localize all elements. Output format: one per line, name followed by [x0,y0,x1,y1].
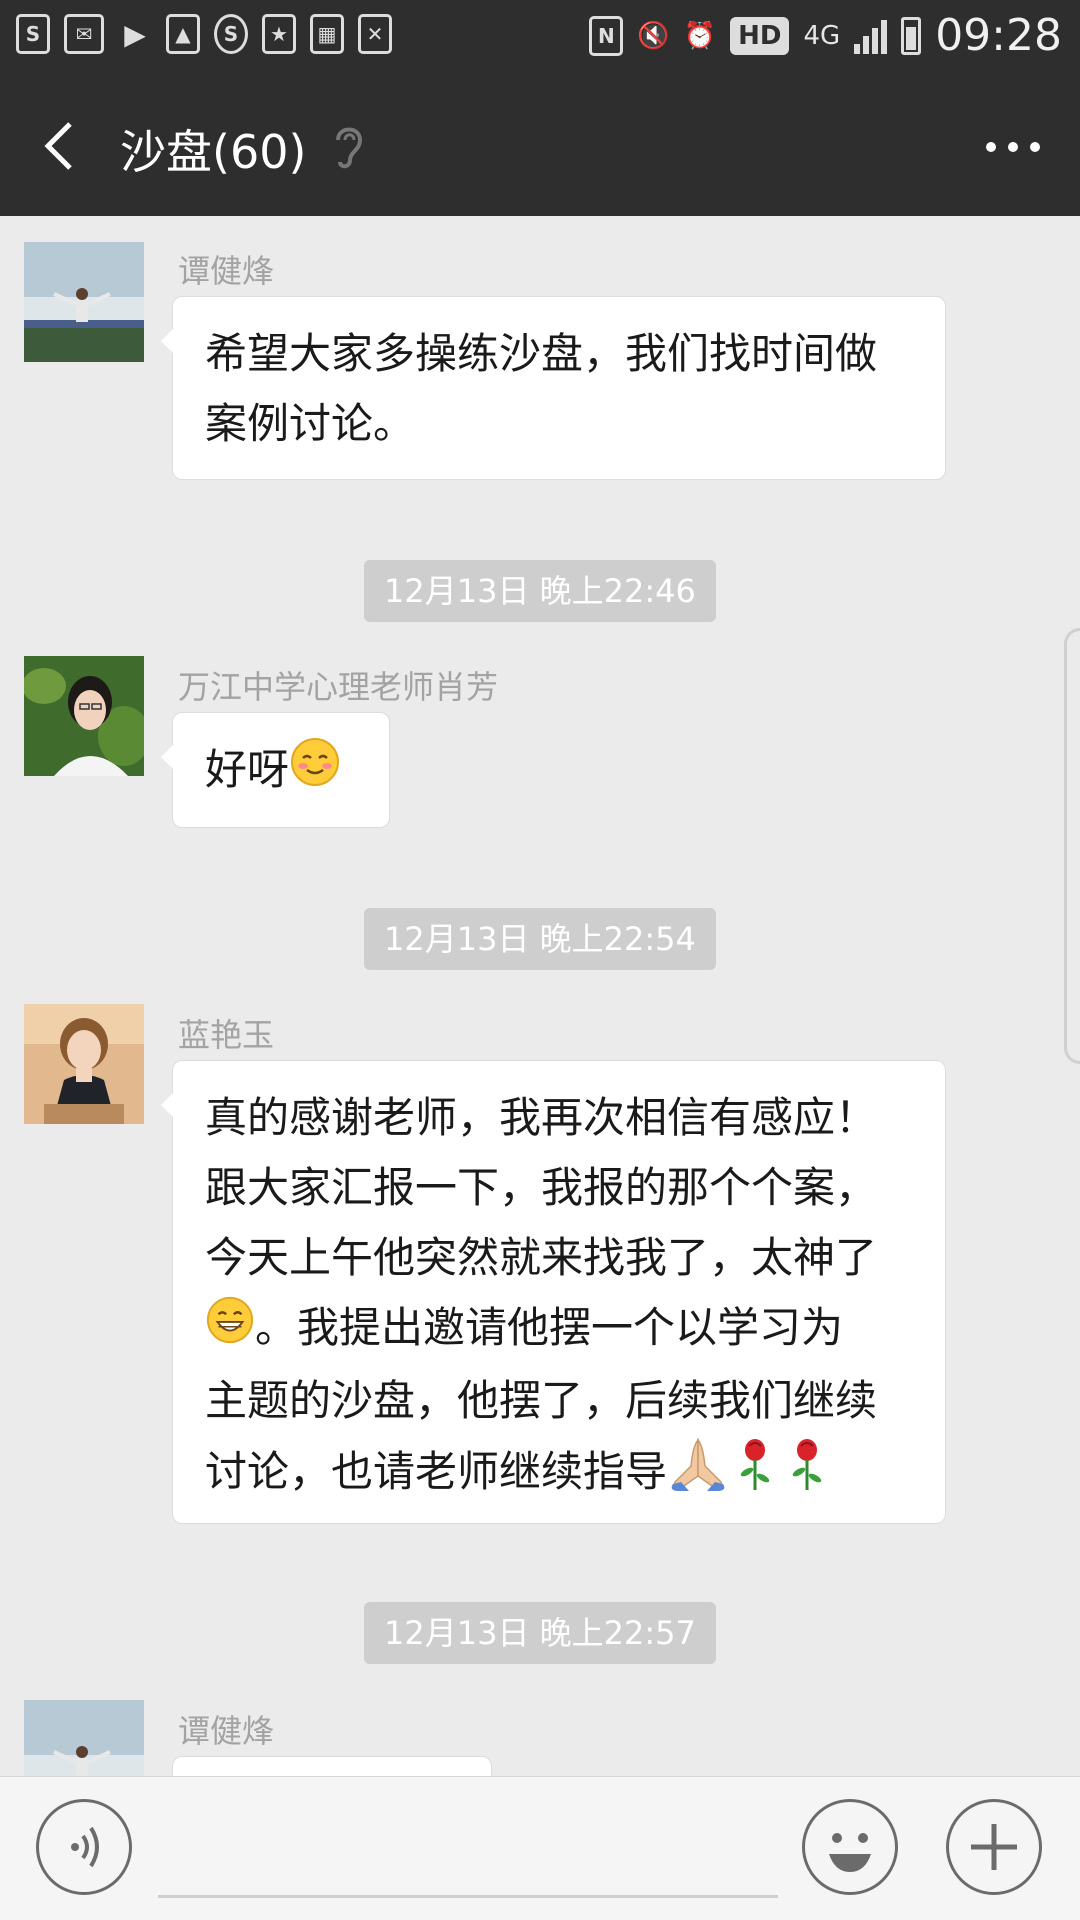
voice-icon[interactable] [36,1799,132,1895]
image-icon: ▲ [166,14,200,54]
sender-name: 蓝艳玉 [178,1016,275,1054]
network-label: 4G [803,20,841,51]
message-line: 真的感谢老师，我再次相信有感应！ [205,1093,878,1142]
message-input[interactable] [158,1895,778,1898]
notification-icons: S ✉ ▶ ▲ S ★ ▦ ✕ [16,14,392,54]
timestamp: 12月13日 晚上22:46 [364,560,716,622]
rose-emoji-icon [729,1436,781,1513]
message-line: 案例讨论。 [205,399,416,448]
chevron-left-icon[interactable] [38,118,82,174]
calendar-icon: ★ [262,14,296,54]
smiley-icon[interactable] [802,1799,898,1895]
avatar[interactable] [24,1700,144,1776]
avatar[interactable] [24,1004,144,1124]
sender-name: 万江中学心理老师肖芳 [178,668,499,706]
avatar[interactable] [24,656,144,776]
message-bubble[interactable]: 真的感谢老师，我再次相信有感应！ 跟大家汇报一下，我报的那个个案， 今天上午他突… [161,1060,946,1524]
signal-icon [854,18,888,54]
message-line: 讨论，也请老师继续指导 [205,1447,668,1496]
message-line: 今天上午他突然就来找我了，太神了 [205,1233,878,1282]
ear-icon [328,120,368,172]
timestamp: 12月13日 晚上22:54 [364,908,716,970]
message-line-with-emoji: 。我提出邀请他摆一个以学习为 [205,1293,913,1366]
input-bar [0,1776,1080,1920]
message-text: 好呀 [205,745,290,794]
timestamp: 12月13日 晚上22:57 [364,1602,716,1664]
message-line: 主题的沙盘，他摆了，后续我们继续 [205,1376,878,1425]
system-icons: N 🔇 ⏰ HD 4G 09:28 [589,10,1062,61]
avatar[interactable] [24,242,144,362]
chat-title: 沙盘(60) [120,125,307,179]
s-icon: S [16,14,50,54]
grid-icon: ▦ [310,14,344,54]
status-bar: S ✉ ▶ ▲ S ★ ▦ ✕ N 🔇 ⏰ HD 4G 09:28 [0,0,1080,76]
sender-name: 谭健烽 [178,1712,275,1750]
alarm-icon: ⏰ [683,20,717,51]
message-bubble[interactable] [172,1756,492,1776]
message-line: 。我提出邀请他摆一个以学习为 [255,1303,844,1352]
grin-emoji-icon [205,1295,255,1366]
rose-emoji-icon [781,1436,833,1513]
message-bubble[interactable]: 希望大家多操练沙盘，我们找时间做 案例讨论。 [161,296,946,480]
pray-emoji-icon [667,1436,729,1513]
mail-s-icon: ✉ [64,14,104,54]
battery-icon [901,16,922,55]
email-icon: ✕ [358,14,392,54]
nfc-icon: N [589,15,624,56]
blush-emoji-icon [289,736,341,809]
message-line: 希望大家多操练沙盘，我们找时间做 [205,329,878,378]
message-line: 跟大家汇报一下，我报的那个个案， [205,1163,878,1212]
more-icon[interactable] [986,132,1040,162]
plus-icon[interactable] [946,1799,1042,1895]
play-icon: ▶ [124,17,146,51]
scroll-handle[interactable] [1064,628,1080,1064]
clock: 09:28 [935,10,1062,61]
message-bubble[interactable]: 好呀 [161,712,390,828]
message-list[interactable]: 谭健烽 希望大家多操练沙盘，我们找时间做 案例讨论。 12月13日 晚上22:4… [0,216,1080,1776]
message-line-with-emoji: 讨论，也请老师继续指导 [205,1436,913,1513]
mute-icon: 🔇 [637,20,670,51]
hd-badge: HD [730,16,790,55]
chat-header: 沙盘(60) [0,76,1080,216]
s-circle-icon: S [214,14,248,54]
sender-name: 谭健烽 [178,252,275,290]
